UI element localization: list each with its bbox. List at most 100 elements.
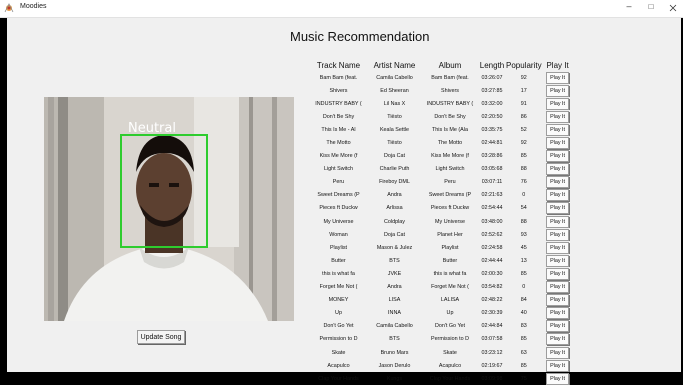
play-it-button[interactable]: Play It <box>546 320 570 333</box>
cell-album: Clap Your Hands <box>429 375 471 382</box>
cell-popularity: 92 <box>520 140 527 147</box>
minimize-button[interactable]: – <box>622 1 636 11</box>
cell-popularity: 13 <box>520 257 527 264</box>
table-row: Sweet Dreams (P Andra Sweet Dreams (P 02:21… <box>310 189 574 202</box>
cell-length: 02:30:39 <box>481 310 503 317</box>
cell-album: Acapulco <box>438 362 462 369</box>
cell-play: Play It <box>542 215 574 228</box>
cell-track: This Is Me - Al <box>321 126 356 133</box>
play-it-button[interactable]: Play It <box>546 176 570 189</box>
play-it-button[interactable]: Play It <box>546 137 570 150</box>
cell-track: Playlist <box>329 244 348 251</box>
close-button[interactable] <box>666 1 680 14</box>
play-it-button[interactable]: Play It <box>546 307 570 320</box>
cell-artist: Andra <box>387 192 402 199</box>
cell-track: Butter <box>331 257 346 264</box>
table-row: Skate Bruno Mars Skate 03:23:12 63 Play It <box>310 346 574 359</box>
cell-album: Sweet Dreams (P <box>428 192 472 199</box>
cell-album: Shivers <box>441 87 459 94</box>
play-it-button[interactable]: Play It <box>546 97 570 110</box>
cell-length: 02:20:50 <box>481 113 503 120</box>
play-it-button[interactable]: Play It <box>546 254 570 267</box>
cell-track: Sweet Dreams (P <box>317 192 360 199</box>
cell-album: Permission to D <box>430 336 470 343</box>
table-row: Forget Me Not (Andra Forget Me Not (03:54… <box>310 281 574 294</box>
cell-popularity: 0 <box>522 284 526 291</box>
play-it-button[interactable]: Play It <box>546 359 570 372</box>
play-it-button[interactable]: Play It <box>546 267 570 280</box>
webcam-frame: Neutral <box>44 97 294 321</box>
cell-album: The Motto <box>437 140 463 147</box>
cell-artist: LISA <box>388 297 401 304</box>
column-header-artist: Artist Name <box>373 60 416 70</box>
cell-artist: Charlie Puth <box>379 166 410 173</box>
cell-track: My Universe <box>323 218 354 225</box>
window-title: Moodies <box>20 3 47 10</box>
cell-artist: Doja Cat <box>384 153 405 160</box>
cell-artist: Arlissa <box>386 205 403 212</box>
play-it-button[interactable]: Play It <box>546 71 570 84</box>
cell-album: Pieces ft Duckw <box>430 205 470 212</box>
cell-play: Play It <box>542 123 574 136</box>
cell-play: Play It <box>542 254 574 267</box>
play-it-button[interactable]: Play It <box>546 372 570 385</box>
window-titlebar: Moodies – □ <box>0 0 683 18</box>
play-it-button[interactable]: Play It <box>546 189 570 202</box>
play-it-button[interactable]: Play It <box>546 333 570 346</box>
app-logo-icon <box>4 3 14 13</box>
cell-artist: Keala Settle <box>379 126 410 133</box>
cell-album: Playlist <box>441 244 459 251</box>
play-it-button[interactable]: Play It <box>546 281 570 294</box>
cell-album: My Universe <box>435 218 465 225</box>
maximize-button[interactable]: □ <box>644 2 658 11</box>
table-row: Playlist Mason & Julez Playlist 02:24:58 45 P… <box>310 241 574 254</box>
table-row: The Motto Tiësto The Motto 02:44:81 92 Play I… <box>310 136 574 150</box>
cell-album: This Is Me (Ala <box>432 126 468 133</box>
cell-artist: Ed Sheeran <box>380 87 409 94</box>
table-row: Up INNA Up 02:30:39 40 Play It <box>310 307 574 320</box>
play-it-button[interactable]: Play It <box>546 294 570 307</box>
play-it-button[interactable]: Play It <box>546 150 570 163</box>
cell-popularity: 0 <box>522 192 526 199</box>
table-row: Peru Fireboy DML Peru 03:07:11 76 Play It <box>310 176 574 189</box>
cell-play: Play It <box>542 294 574 307</box>
play-it-button[interactable]: Play It <box>546 84 570 97</box>
cell-play: Play It <box>542 241 574 254</box>
play-it-button[interactable]: Play It <box>546 110 570 123</box>
cell-popularity: 85 <box>520 270 527 277</box>
cell-length: 02:44:44 <box>481 257 503 264</box>
cell-popularity: 88 <box>520 166 527 173</box>
play-it-button[interactable]: Play It <box>546 215 570 228</box>
play-it-button[interactable]: Play It <box>546 346 570 359</box>
cell-play: Play It <box>542 176 574 189</box>
play-it-button[interactable]: Play It <box>546 241 570 254</box>
cell-track: Up <box>335 310 342 317</box>
cell-play: Play It <box>542 320 574 333</box>
cell-track: Woman <box>329 231 348 238</box>
table-row: Permission to D BTS Permission to D 03:07:5… <box>310 333 574 346</box>
cell-artist: Tiësto <box>387 113 402 120</box>
cell-length: 02:54:44 <box>481 205 503 212</box>
play-it-button[interactable]: Play It <box>546 202 570 215</box>
cell-length: 02:44:84 <box>481 323 503 330</box>
cell-play: Play It <box>542 267 574 280</box>
cell-artist: Coldplay <box>384 218 405 225</box>
play-it-button[interactable]: Play It <box>546 163 570 176</box>
table-row: Woman Doja Cat Planet Her 02:52:62 93 Play It <box>310 228 574 241</box>
cell-album: Bam Bam (feat. <box>431 74 469 81</box>
play-it-button[interactable]: Play It <box>546 123 570 136</box>
cell-length: 02:19:67 <box>481 362 503 369</box>
cell-play: Play It <box>542 71 574 84</box>
cell-length: 03:28:86 <box>481 153 503 160</box>
play-it-button[interactable]: Play It <box>546 228 570 241</box>
cell-artist: Tiësto <box>387 140 402 147</box>
cell-length: 03:35:75 <box>481 126 503 133</box>
cell-popularity: 85 <box>520 153 527 160</box>
table-row: Light Switch Charlie Puth Light Switch 03:0… <box>310 163 574 176</box>
cell-track: Clap Your Hands <box>318 375 359 382</box>
cell-artist: Fireboy DML <box>379 179 410 186</box>
cell-album: LALISA <box>440 297 460 304</box>
cell-track: INDUSTRY BABY ( <box>315 100 362 107</box>
update-song-button[interactable]: Update Song <box>137 330 185 344</box>
cell-popularity: 88 <box>520 218 527 225</box>
